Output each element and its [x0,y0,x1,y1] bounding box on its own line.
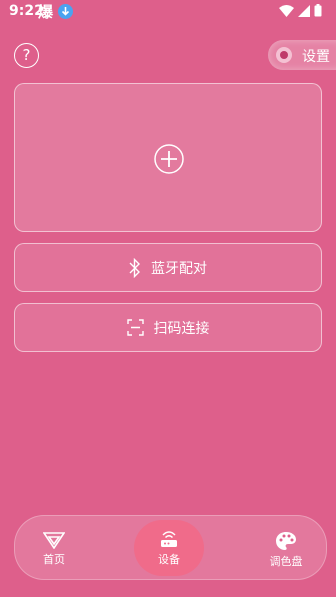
tab-palette-label: 调色盘 [269,555,303,568]
status-app-icon: 爆 [38,3,54,21]
status-indicators [279,4,322,17]
settings-icon [276,47,292,63]
add-icon [154,144,184,174]
bluetooth-icon [129,257,140,278]
battery-icon [314,4,322,17]
settings-label: 设置 [302,49,330,65]
tab-home-label: 首页 [43,553,65,566]
signal-icon [298,4,310,17]
wifi-icon [279,4,294,17]
palette-icon [276,532,296,550]
status-bar: 9:22 爆 [0,0,336,24]
bottom-tab-bar: 首页 设备 调色盘 [14,515,327,580]
help-button[interactable]: ? [14,43,39,68]
home-icon [43,532,65,549]
tab-device-label: 设备 [158,553,180,566]
settings-button[interactable]: 设置 [268,40,336,70]
bluetooth-pair-label: 蓝牙配对 [151,260,207,277]
download-icon [58,4,73,19]
scan-connect-label: 扫码连接 [153,320,210,337]
bluetooth-pair-button[interactable]: 蓝牙配对 [14,243,322,292]
tab-palette[interactable]: 调色盘 [251,516,321,579]
tab-home[interactable]: 首页 [19,516,89,579]
device-icon [161,531,177,547]
tab-device[interactable]: 设备 [134,520,204,576]
scan-icon [126,319,144,336]
scan-connect-button[interactable]: 扫码连接 [14,303,322,352]
add-device-card[interactable] [14,83,322,232]
